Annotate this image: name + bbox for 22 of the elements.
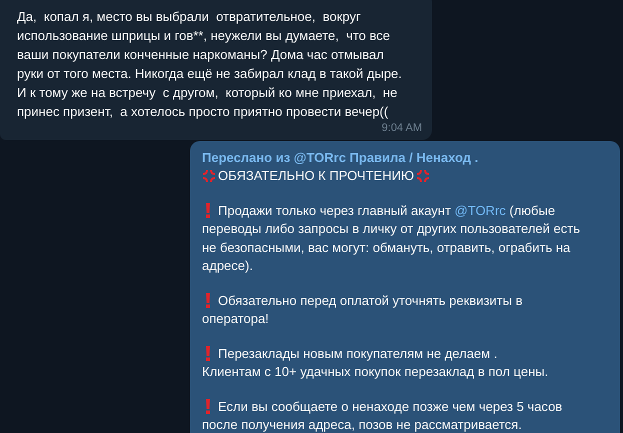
rule-text: Если вы сообщаете о ненаходе позже чем через 5 часов [218, 398, 562, 416]
forwarded-from-header[interactable]: Переслано из @TORrc Правила / Ненаход . [202, 148, 620, 167]
exclamation-icon [205, 346, 211, 362]
message-text: Да, копал я, место вы выбрали отвратительное, вокруг использование шприцы и гов**, неужели вы думаете, что все ваши покупатели конченные наркоманы? Дома час отмывал руки от того места. Никогда ещё не забирал клад в такой дыре. И к тому же на встречу с другом, который ко мне приехал, не принес призент, а хотелось просто приятно провести вечер(( [17, 8, 403, 121]
rule-text: не безопасными, вас могут: обмануть, отравить, ограбить на [202, 238, 570, 257]
rule-text: (любые [508, 202, 556, 220]
message-title: ОБЯЗАТЕЛЬНО К ПРОЧТЕНИЮ [218, 167, 414, 185]
anger-icon [202, 169, 216, 184]
rule-text: Продажи только через главный акаунт [218, 202, 452, 220]
username-link[interactable]: @TORrc [454, 202, 506, 220]
exclamation-icon [205, 203, 211, 218]
anger-icon [416, 169, 430, 184]
rule-text: адресе). [202, 257, 253, 275]
message-time: 9:04 AM [382, 121, 422, 135]
rule-text: после получения адреса, позов не рассматривается. [202, 416, 522, 433]
rule-text: Клиентам с 10+ удачных покупок перезаклад в пол цены. [202, 363, 548, 381]
exclamation-icon [205, 293, 211, 308]
rule-text: переводы либо запросы в личку от других пользователей есть [202, 220, 580, 238]
rule-text: оператора! [202, 310, 269, 328]
rule-text: Перезаклады новым покупателям не делаем . [218, 344, 498, 363]
rule-text: Обязательно перед оплатой уточнять реквизиты в [218, 292, 522, 310]
exclamation-icon [205, 399, 211, 414]
